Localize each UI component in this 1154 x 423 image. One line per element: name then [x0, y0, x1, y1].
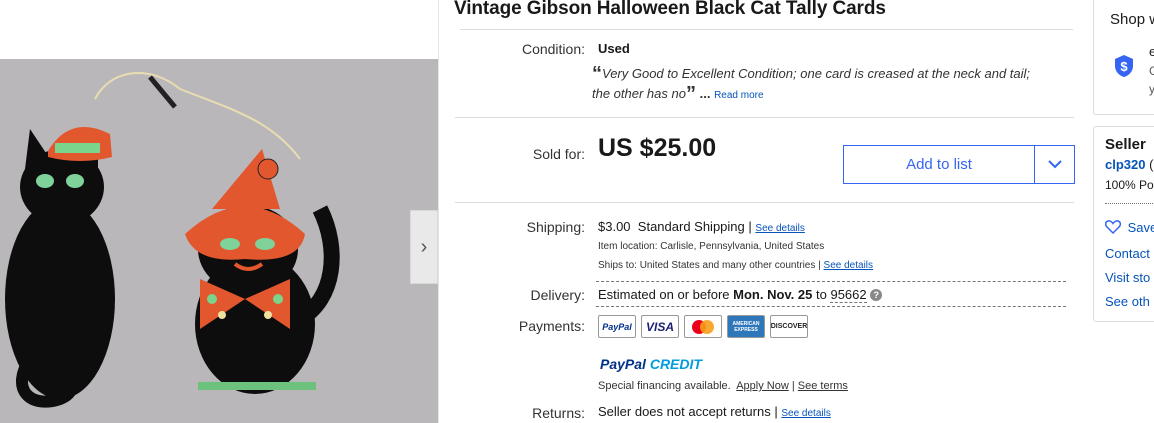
shipping-label: Shipping: [526, 219, 585, 235]
ships-to: Ships to: United States and many other c… [598, 260, 873, 271]
condition-quote-line1: Very Good to Excellent Condition; one ca… [602, 66, 1031, 81]
seller-card-title: Seller [1105, 136, 1146, 153]
separator: | [791, 380, 795, 392]
item-photo[interactable] [0, 59, 438, 423]
delivery-label: Delivery: [530, 287, 585, 303]
visa-badge: VISA [641, 315, 679, 338]
separator: | [774, 404, 778, 419]
add-to-list-button[interactable]: Add to list [844, 146, 1035, 183]
delivery-to: to [816, 287, 827, 302]
mastercard-badge [684, 315, 722, 338]
read-more-link[interactable]: Read more [714, 90, 763, 101]
item-location-value: Carlisle, Pennsylvania, United States [660, 241, 825, 252]
price-divider [455, 202, 1074, 203]
ships-to-value: United States and many other countries [639, 260, 816, 271]
item-title: Vintage Gibson Halloween Black Cat Tally… [454, 0, 886, 19]
sold-price: US $25.00 [598, 134, 717, 162]
quote-close: ” [685, 83, 696, 105]
seller-feedback: 100% Po [1105, 178, 1154, 192]
item-location-label: Item location: [598, 241, 658, 252]
quote-open: “ [592, 63, 602, 85]
question-icon[interactable]: ? [870, 289, 883, 301]
save-label: Save [1127, 220, 1154, 235]
ships-to-see-details-link[interactable]: See details [824, 260, 873, 271]
paypal-text: PayPal [602, 321, 632, 332]
condition-description: “Very Good to Excellent Condition; one c… [592, 64, 1077, 106]
shop-card-line3: y [1149, 82, 1154, 96]
payment-methods: PayPal VISA AMERICAN EXPRESS DISCOVER [598, 315, 808, 338]
add-to-list-dropdown[interactable] [1035, 146, 1074, 183]
seller-id-link[interactable]: clp320 ( [1105, 157, 1153, 172]
seller-id: clp320 [1105, 157, 1146, 172]
returns-row: Seller does not accept returns | See det… [598, 404, 831, 419]
shield-dollar-icon: $ [1115, 55, 1133, 77]
paypal-badge: PayPal [598, 315, 636, 338]
separator: | [818, 260, 821, 271]
amex-text: AMERICAN EXPRESS [732, 320, 760, 333]
shop-card-line1: e [1149, 44, 1154, 59]
chevron-right-icon: › [420, 235, 428, 258]
shipping-cost: $3.00 [598, 219, 631, 234]
separator: | [748, 219, 752, 234]
seller-id-tail: ( [1149, 157, 1154, 172]
seller-info-card: Seller clp320 ( 100% Po Save Contact Vis… [1093, 126, 1154, 322]
condition-divider [455, 117, 1074, 118]
returns-value: Seller does not accept returns [598, 404, 771, 419]
condition-label: Condition: [521, 41, 585, 57]
visit-store-link[interactable]: Visit sto [1105, 270, 1150, 285]
svg-text:$: $ [1120, 59, 1128, 74]
visa-text: VISA [645, 319, 674, 334]
shipping-row: $3.00 Standard Shipping | See details [598, 219, 805, 234]
ships-to-label: Ships to: [598, 260, 637, 271]
contact-seller-link[interactable]: Contact [1105, 246, 1150, 261]
delivery-dash-top [596, 281, 1066, 282]
discover-badge: DISCOVER [770, 315, 808, 338]
condition-quote-line2: the other has no [592, 86, 686, 101]
title-divider [460, 29, 1073, 30]
amex-badge: AMERICAN EXPRESS [727, 315, 765, 338]
financing-row: Special financing available. Apply Now |… [598, 380, 848, 392]
photo-gallery: › [0, 0, 438, 423]
shop-card-line2: G [1149, 64, 1154, 78]
paypal-credit-logo: PayPal CREDIT [600, 356, 702, 372]
discover-text: DISCOVER [770, 323, 808, 330]
condition-value: Used [598, 41, 630, 56]
see-other-items-link[interactable]: See oth [1105, 294, 1150, 309]
gallery-next-button[interactable]: › [410, 210, 438, 284]
delivery-zip[interactable]: 95662 [830, 287, 867, 303]
delivery-prefix: Estimated on or before [598, 287, 730, 302]
shop-card-title: Shop w [1110, 11, 1154, 28]
item-location: Item location: Carlisle, Pennsylvania, U… [598, 241, 824, 252]
payments-label: Payments: [518, 318, 585, 334]
mastercard-icon [692, 319, 714, 334]
ellipsis: ... [699, 86, 711, 101]
column-divider [438, 0, 439, 423]
apply-now-link[interactable]: Apply Now [736, 380, 789, 392]
seller-dotted-divider [1105, 203, 1154, 204]
credit-word: CREDIT [649, 356, 702, 372]
delivery-dash-bottom [596, 306, 1066, 307]
heart-icon [1104, 220, 1122, 235]
item-photo-illustration [0, 59, 438, 423]
see-terms-link[interactable]: See terms [798, 380, 848, 392]
chevron-down-icon [1047, 160, 1062, 169]
shipping-see-details-link[interactable]: See details [755, 223, 804, 234]
delivery-estimate: Estimated on or before Mon. Nov. 25 to 9… [598, 287, 883, 303]
add-to-list-control: Add to list [843, 145, 1075, 184]
shop-with-confidence-card: Shop w $ e G y [1093, 0, 1154, 115]
save-seller-button[interactable]: Save [1104, 220, 1154, 235]
paypal-credit-word: PayPal [600, 356, 646, 372]
delivery-date: Mon. Nov. 25 [733, 287, 813, 302]
returns-label: Returns: [532, 405, 585, 421]
returns-see-details-link[interactable]: See details [781, 408, 830, 419]
shipping-method: Standard Shipping [637, 219, 745, 234]
financing-text: Special financing available. [598, 380, 731, 392]
sold-for-label: Sold for: [532, 146, 585, 162]
